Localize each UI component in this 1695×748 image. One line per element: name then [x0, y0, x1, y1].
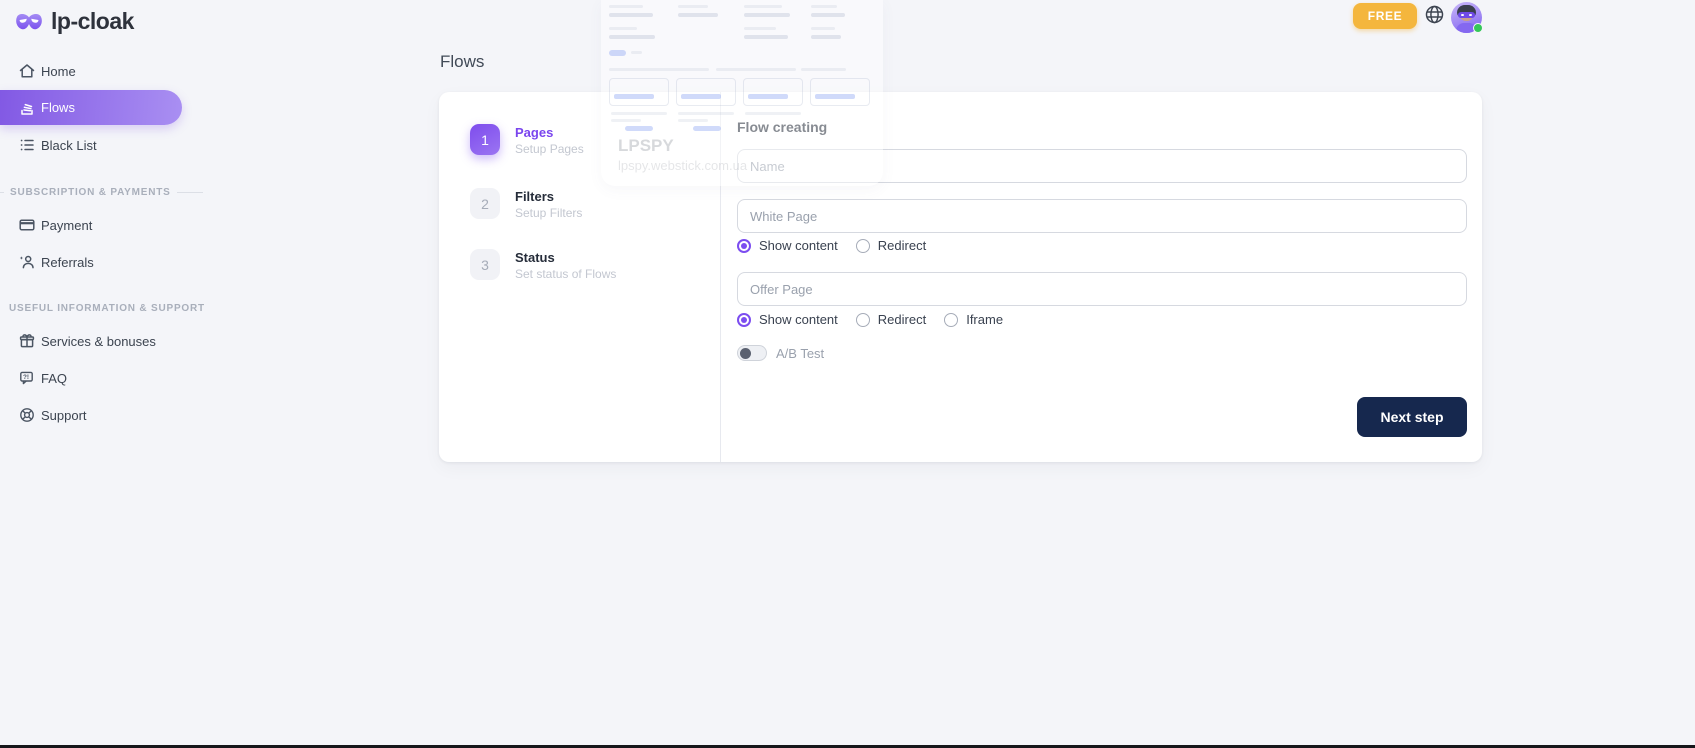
sidebar-item-faq[interactable]: ?! FAQ	[0, 360, 67, 396]
mask-logo-icon	[15, 12, 43, 32]
section-title: USEFUL INFORMATION & SUPPORT	[9, 303, 205, 314]
radio-label: Show content	[759, 238, 838, 253]
sidebar-item-label: Services & bonuses	[41, 334, 156, 349]
white-show-content-radio[interactable]: Show content	[737, 238, 838, 253]
section-divider	[0, 192, 4, 193]
sidebar-item-label: Payment	[41, 218, 92, 233]
sidebar-item-payment[interactable]: Payment	[0, 207, 92, 243]
white-page-input[interactable]	[737, 199, 1467, 233]
step-number: 2	[470, 188, 500, 219]
toggle-knob	[740, 348, 751, 359]
avatar-eye	[1469, 14, 1472, 16]
step-status[interactable]: 3 Status Set status of Flows	[470, 249, 616, 282]
svg-text:?!: ?!	[23, 374, 29, 381]
sidebar-item-label: Home	[41, 64, 76, 79]
radio-label: Iframe	[966, 312, 1003, 327]
flow-name-input[interactable]	[737, 149, 1467, 183]
radio-icon	[737, 239, 751, 253]
radio-icon	[856, 239, 870, 253]
offer-page-input[interactable]	[737, 272, 1467, 306]
sidebar-item-flows[interactable]: Flows	[0, 90, 182, 125]
step-sublabel: Set status of Flows	[515, 267, 616, 282]
sidebar-item-referrals[interactable]: Referrals	[0, 244, 94, 280]
referral-person-icon	[18, 253, 36, 271]
flow-form: Flow creating Show content Redirect Show…	[721, 92, 1482, 462]
credit-card-icon	[18, 216, 36, 234]
step-label: Status	[515, 249, 616, 265]
sidebar-item-support[interactable]: Support	[0, 397, 87, 433]
sidebar-section-subscription: SUBSCRIPTION & PAYMENTS	[9, 187, 203, 198]
step-sublabel: Setup Filters	[515, 206, 582, 221]
radio-icon	[856, 313, 870, 327]
sidebar-item-label: FAQ	[41, 371, 67, 386]
ab-test-toggle[interactable]	[737, 345, 767, 361]
page-title: Flows	[440, 52, 484, 72]
ab-test-toggle-row[interactable]: A/B Test	[737, 345, 824, 361]
section-title: SUBSCRIPTION & PAYMENTS	[10, 187, 171, 198]
step-number: 3	[470, 249, 500, 280]
stepper-pane: 1 Pages Setup Pages 2 Filters Setup Filt…	[439, 92, 721, 462]
sidebar-item-label: Referrals	[41, 255, 94, 270]
step-label: Pages	[515, 124, 584, 140]
sidebar-section-support: USEFUL INFORMATION & SUPPORT	[9, 303, 205, 314]
sidebar-item-label: Flows	[41, 100, 75, 115]
plan-badge[interactable]: FREE	[1353, 3, 1417, 29]
sidebar-item-home[interactable]: Home	[0, 53, 76, 89]
white-page-mode-group: Show content Redirect	[737, 238, 926, 253]
sidebar-item-label: Black List	[41, 138, 97, 153]
offer-redirect-radio[interactable]: Redirect	[856, 312, 926, 327]
gift-icon	[18, 332, 36, 350]
section-divider	[177, 192, 203, 193]
step-label: Filters	[515, 188, 582, 204]
ab-test-label: A/B Test	[776, 346, 824, 361]
sidebar-item-black-list[interactable]: Black List	[0, 127, 97, 163]
flow-creating-card: 1 Pages Setup Pages 2 Filters Setup Filt…	[439, 92, 1482, 462]
sidebar-item-label: Support	[41, 408, 87, 423]
step-pages[interactable]: 1 Pages Setup Pages	[470, 124, 584, 157]
list-icon	[18, 136, 36, 154]
brand: lp-cloak	[15, 8, 134, 35]
radio-icon	[737, 313, 751, 327]
lifebuoy-icon	[18, 406, 36, 424]
step-sublabel: Setup Pages	[515, 142, 584, 157]
step-filters[interactable]: 2 Filters Setup Filters	[470, 188, 582, 221]
radio-label: Show content	[759, 312, 838, 327]
home-icon	[18, 62, 36, 80]
offer-page-mode-group: Show content Redirect Iframe	[737, 312, 1003, 327]
radio-icon	[944, 313, 958, 327]
white-redirect-radio[interactable]: Redirect	[856, 238, 926, 253]
radio-label: Redirect	[878, 238, 926, 253]
app-screen: lp-cloak Home Flows Black List	[0, 0, 1695, 748]
offer-show-content-radio[interactable]: Show content	[737, 312, 838, 327]
sidebar-item-services-bonuses[interactable]: Services & bonuses	[0, 323, 156, 359]
flows-icon	[18, 99, 36, 117]
next-step-button[interactable]: Next step	[1357, 397, 1467, 437]
radio-label: Redirect	[878, 312, 926, 327]
step-number: 1	[470, 124, 500, 155]
form-title: Flow creating	[737, 119, 827, 135]
offer-iframe-radio[interactable]: Iframe	[944, 312, 1003, 327]
language-globe-icon[interactable]	[1424, 4, 1445, 25]
brand-name: lp-cloak	[51, 8, 134, 35]
avatar-eye	[1461, 14, 1464, 16]
faq-bubble-icon: ?!	[18, 369, 36, 387]
online-status-dot	[1473, 23, 1483, 33]
